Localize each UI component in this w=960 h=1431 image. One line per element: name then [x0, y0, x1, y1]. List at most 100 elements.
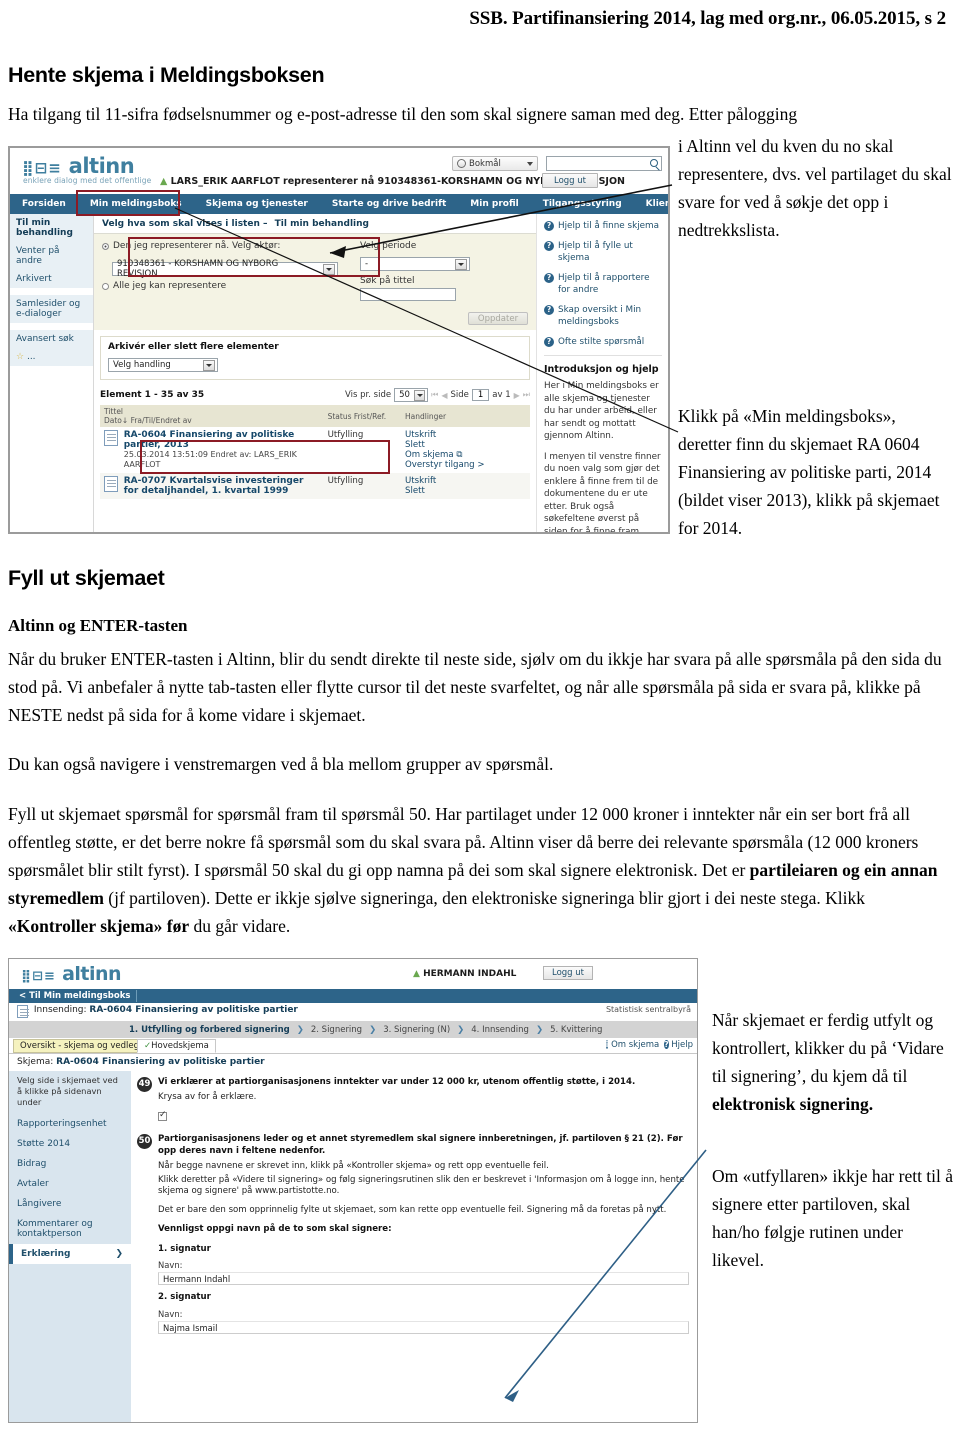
erklaering-checkbox[interactable] [158, 1110, 167, 1121]
sidebar-item-bidrag[interactable]: Bidrag [9, 1154, 131, 1174]
column-status-label: Status Frist/Ref. [327, 411, 387, 421]
title-search-input[interactable] [360, 288, 456, 301]
table-row[interactable]: RA-0707 Kvartalsvise investeringer for d… [100, 473, 530, 499]
altinn-logo-glyph: ⣿⊟≡ [22, 159, 62, 177]
help-link-finne-skjema[interactable]: ? Hjelp til å finne skjema [544, 220, 662, 233]
last-page-button[interactable]: ⏭ [523, 390, 530, 400]
sidebar-item-favorites-label: ... [26, 352, 36, 362]
tab-hovedskjema-label: Hovedskjema [151, 1041, 209, 1051]
action-utskrift[interactable]: Utskrift [405, 476, 526, 486]
tab-hovedskjema[interactable]: ✓Hovedskjema [137, 1039, 216, 1053]
hjelp-link[interactable]: ? Hjelp [664, 1040, 693, 1050]
help-link-ofte-stilte-sporsmal[interactable]: ? Ofte stilte spørsmål [544, 336, 662, 349]
step-4[interactable]: 4. Innsending [471, 1025, 529, 1035]
first-page-button[interactable]: ⏮ [431, 390, 438, 400]
language-selector[interactable]: Bokmål [452, 156, 538, 171]
sidebar-item-kommentarer[interactable]: Kommentarer og kontaktperson [9, 1214, 131, 1244]
side-note-2: Klikk på «Min meldingsboks», deretter fi… [678, 406, 940, 538]
sidebar-item-erklaering-label: Erklæring [21, 1249, 71, 1259]
sidebar-item-stotte-2014[interactable]: Støtte 2014 [9, 1134, 131, 1154]
column-status[interactable]: Status Frist/Ref. [324, 405, 401, 427]
sidebar-item-erklaering[interactable]: Erklæring ❯ [9, 1244, 131, 1264]
step-1[interactable]: 1. Utfylling og forbered signering [129, 1025, 290, 1035]
om-skjema-link[interactable]: i Om skjema [605, 1040, 660, 1050]
sidebar-item-venter-pa-andre[interactable]: Venter på andre [10, 242, 93, 270]
tab-oversikt[interactable]: Oversikt - skjema og vedlegg [13, 1039, 152, 1053]
highlight-actor-select [128, 237, 380, 277]
action-overstyr-tilgang[interactable]: Overstyr tilgang > [405, 460, 526, 470]
step-3[interactable]: 3. Signering (N) [383, 1025, 450, 1035]
title-search-label: Søk på tittel [360, 276, 415, 286]
next-page-button[interactable]: ▶ [514, 391, 520, 400]
column-handlinger[interactable]: Handlinger [401, 405, 530, 427]
signature-1-name-input[interactable]: Hermann Indahl [158, 1272, 689, 1285]
question-50: 50 Partiorganisasjonens leder og et anne… [137, 1134, 689, 1334]
filter-header-a[interactable]: Velg hva som skal vises i listen – [102, 219, 268, 229]
row-status-cell: Utfylling [327, 476, 364, 486]
sidebar-item-arkivert[interactable]: Arkivert [10, 270, 93, 288]
sidebar-item-samlesider[interactable]: Samlesider og e-dialoger [10, 295, 93, 323]
action-slett[interactable]: Slett [405, 440, 526, 450]
filter-header-b[interactable]: Til min behandling [275, 219, 369, 229]
nav-item-min-profil[interactable]: Min profil [458, 194, 530, 214]
help-link-rapportere-for-andre[interactable]: ? Hjelp til å rapportere for andre [544, 272, 662, 297]
chevron-down-icon [527, 161, 533, 166]
action-slett[interactable]: Slett [405, 486, 526, 496]
sidebar-item-favorites[interactable]: ☆ ... [10, 348, 93, 366]
step-5[interactable]: 5. Kvittering [550, 1025, 602, 1035]
nav-item-starte-og-drive-bedrift[interactable]: Starte og drive bedrift [320, 194, 458, 214]
intro-paragraph-1: Her i Min meldingsboks er alle skjema og… [544, 381, 659, 441]
nav-item-klientstatus[interactable]: Klientstatus [634, 194, 668, 214]
page-input[interactable]: 1 [471, 389, 490, 401]
document-icon [17, 1005, 29, 1018]
column-dato-label: Dato↓ Fra/Til/Endret av [104, 416, 192, 425]
sidebar-item-avansert-sok[interactable]: Avansert søk [10, 330, 93, 348]
document-icon [104, 430, 118, 446]
star-icon: ☆ [16, 352, 25, 362]
column-handlinger-label: Handlinger [404, 411, 447, 421]
sidebar-item-rapporteringsenhet[interactable]: Rapporteringsenhet [9, 1114, 131, 1134]
per-page-select[interactable]: 50 [394, 388, 429, 402]
signature-2-label: 2. signatur [158, 1292, 689, 1304]
intro-paragraph-2: I menyen til venstre finner du noen valg… [544, 451, 661, 534]
logout-button[interactable]: Logg ut [543, 966, 593, 980]
column-tittel[interactable]: Tittel Dato↓ Fra/Til/Endret av [100, 405, 324, 427]
bulk-action-select[interactable]: Velg handling [108, 358, 218, 372]
radio-den-jeg-representerer[interactable] [102, 242, 109, 250]
skjema-label: Skjema: [17, 1057, 54, 1067]
innsending-bar: Innsending: RA-0604 Finansiering av poli… [9, 1003, 697, 1021]
logout-button[interactable]: Logg ut [542, 173, 598, 188]
action-utskrift[interactable]: Utskrift [405, 430, 526, 440]
element-count: Element 1 - 35 av 35 [100, 390, 205, 400]
sidebar-item-langivere[interactable]: Långivere [9, 1194, 131, 1214]
back-to-meldingsboks-link[interactable]: < Til Min meldingsboks [13, 990, 138, 1002]
signature-2-name-input[interactable]: Najma Ismail [158, 1320, 689, 1334]
signature-1-label-bold: 1. signatur [158, 1243, 211, 1254]
section-title-fyll-ut: Fyll ut skjemaet [8, 566, 165, 590]
question-49-number: 49 [137, 1077, 152, 1092]
row-title[interactable]: RA-0707 Kvartalsvise investeringer for d… [124, 476, 304, 496]
nav-item-skjema-og-tjenester[interactable]: Skjema og tjenester [194, 194, 320, 214]
prev-page-button[interactable]: ◀ [441, 391, 447, 400]
sidebar-item-til-min-behandling[interactable]: Til min behandling [10, 214, 93, 242]
row-title-cell: RA-0707 Kvartalsvise investeringer for d… [100, 473, 324, 499]
om-skjema-label: Om skjema [611, 1040, 660, 1050]
help-link-label: Ofte stilte spørsmål [558, 336, 645, 347]
help-link-skap-oversikt[interactable]: ? Skap oversikt i Min meldingsboks [544, 304, 662, 329]
radio-alle-jeg-kan-representere[interactable] [102, 282, 109, 290]
help-link-label: Hjelp til å fylle ut skjema [558, 240, 633, 264]
update-button[interactable]: Oppdater [468, 312, 528, 325]
help-link-fylle-ut-skjema[interactable]: ? Hjelp til å fylle ut skjema [544, 240, 662, 265]
filter-header: Velg hva som skal vises i listen – Til m… [94, 214, 536, 234]
sidebar-item-avtaler[interactable]: Avtaler [9, 1174, 131, 1194]
search-input[interactable] [546, 156, 662, 171]
help-link-label: Skap oversikt i Min meldingsboks [558, 304, 642, 328]
step-2[interactable]: 2. Signering [311, 1025, 362, 1035]
question-mark-icon: ? [544, 221, 554, 231]
nav-item-forsiden[interactable]: Forsiden [10, 194, 78, 214]
nav-item-tilgangsstyring[interactable]: Tilgangsstyring [531, 194, 634, 214]
language-value: Bokmål [469, 158, 501, 169]
innsending-title-wrap: Innsending: RA-0604 Finansiering av poli… [17, 1005, 298, 1018]
action-om-skjema[interactable]: Om skjema ⧉ [405, 450, 526, 460]
chevron-right-icon: ❯ [369, 1024, 377, 1035]
